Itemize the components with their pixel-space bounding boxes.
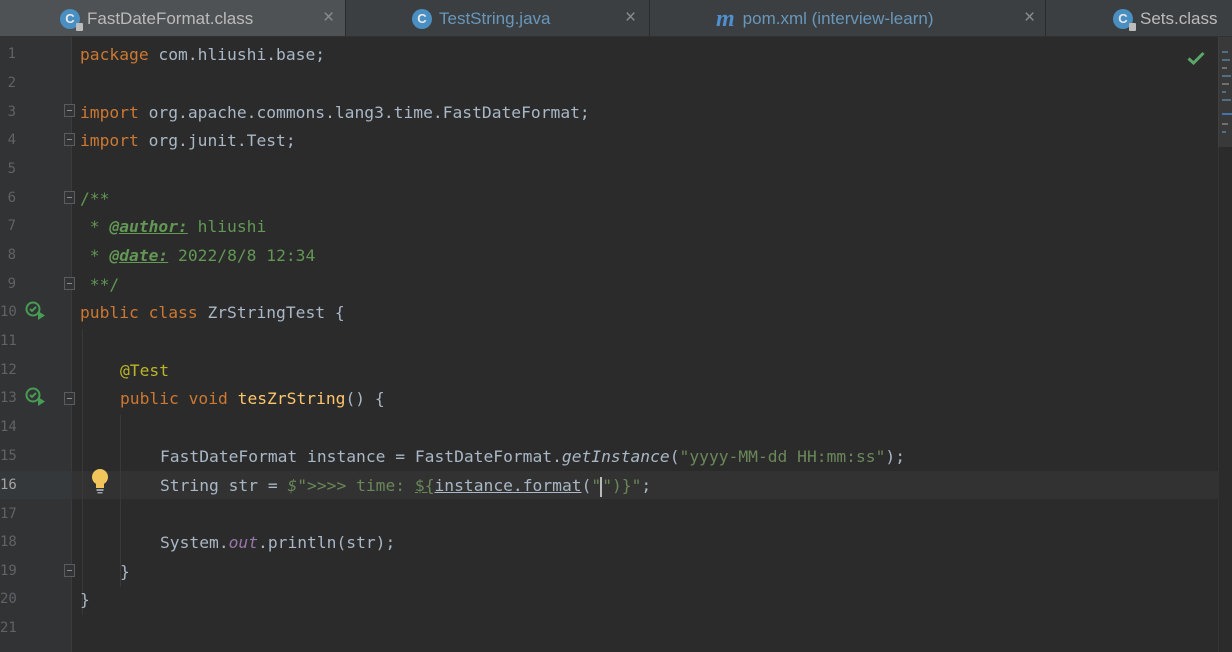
intention-bulb-icon[interactable] xyxy=(90,468,110,494)
code-line-4[interactable]: import org.junit.Test; xyxy=(80,126,296,155)
line-number: 16 xyxy=(0,477,17,493)
line-number: 17 xyxy=(0,506,17,522)
fold-marker[interactable] xyxy=(64,392,75,405)
line-number: 7 xyxy=(7,218,16,234)
line-number: 12 xyxy=(0,362,17,378)
code-line-10[interactable]: public class ZrStringTest { xyxy=(80,298,345,327)
line-number: 11 xyxy=(0,333,17,349)
code-line-13[interactable]: public void tesZrString() { xyxy=(120,384,385,413)
line-number: 2 xyxy=(7,75,16,91)
code-line-15[interactable]: FastDateFormat instance = FastDateFormat… xyxy=(160,442,905,471)
code-line-20[interactable]: } xyxy=(80,585,90,614)
java-class-icon: C xyxy=(412,8,432,29)
tab-teststring-java[interactable]: C TestString.java × xyxy=(346,0,650,36)
line-number: 6 xyxy=(7,190,16,206)
code-line-8[interactable]: * @date: 2022/8/8 12:34 xyxy=(80,241,316,270)
line-number: 9 xyxy=(7,276,16,292)
scrollbar-thumb[interactable] xyxy=(1218,37,1232,147)
code-line-7[interactable]: * @author: hliushi xyxy=(80,212,266,241)
code-line-18[interactable]: System.out.println(str); xyxy=(160,528,395,557)
fold-marker[interactable] xyxy=(64,191,75,204)
fold-marker[interactable] xyxy=(64,104,75,117)
tab-label: Sets.class xyxy=(1140,8,1218,28)
line-number: 14 xyxy=(0,419,17,435)
tab-pom-xml[interactable]: m pom.xml (interview-learn) × xyxy=(650,0,1046,36)
code-line-12[interactable]: @Test xyxy=(120,356,169,385)
run-test-icon[interactable] xyxy=(25,301,47,321)
line-number: 5 xyxy=(7,161,16,177)
checkmark-icon[interactable] xyxy=(1187,51,1205,65)
fold-marker[interactable] xyxy=(64,277,75,290)
line-number: 10 xyxy=(0,304,17,320)
code-line-3[interactable]: import org.apache.commons.lang3.time.Fas… xyxy=(80,98,590,127)
tab-label: pom.xml (interview-learn) xyxy=(742,8,934,28)
code-line-6[interactable]: /** xyxy=(80,184,109,213)
close-icon[interactable]: × xyxy=(323,8,334,28)
line-number: 4 xyxy=(7,132,16,148)
code-line-1[interactable]: package com.hliushi.base; xyxy=(80,40,325,69)
run-test-icon[interactable] xyxy=(25,387,47,407)
code-line-16[interactable]: String str = $">>>> time: ${instance.for… xyxy=(160,471,651,500)
code-editor[interactable]: 1 2 3 4 5 6 7 8 9 10 11 12 13 14 15 16 1… xyxy=(0,37,1232,652)
fold-marker[interactable] xyxy=(64,133,75,146)
line-number: 8 xyxy=(7,247,16,263)
class-file-icon: C xyxy=(1113,8,1136,31)
tab-sets-class[interactable]: C Sets.class xyxy=(1046,0,1232,36)
line-number: 13 xyxy=(0,390,17,406)
tab-label: TestString.java xyxy=(439,8,551,28)
indent-guide xyxy=(82,329,83,615)
code-line-19[interactable]: } xyxy=(120,557,130,586)
tab-label: FastDateFormat.class xyxy=(87,8,254,28)
line-number: 3 xyxy=(7,104,16,120)
class-file-icon: C xyxy=(60,8,83,31)
close-icon[interactable]: × xyxy=(625,8,636,28)
fold-marker[interactable] xyxy=(64,564,75,577)
line-number: 18 xyxy=(0,534,17,550)
tab-fastdateformat-class[interactable]: C FastDateFormat.class × xyxy=(0,0,346,36)
line-number: 21 xyxy=(0,620,17,636)
code-line-9[interactable]: **/ xyxy=(80,270,119,299)
line-number: 19 xyxy=(0,563,17,579)
editor-tab-bar: C FastDateFormat.class × C TestString.ja… xyxy=(0,0,1232,37)
line-number: 1 xyxy=(7,46,16,62)
maven-icon: m xyxy=(716,5,735,32)
close-icon[interactable]: × xyxy=(1024,8,1035,28)
line-number: 15 xyxy=(0,448,17,464)
line-number: 20 xyxy=(0,591,17,607)
